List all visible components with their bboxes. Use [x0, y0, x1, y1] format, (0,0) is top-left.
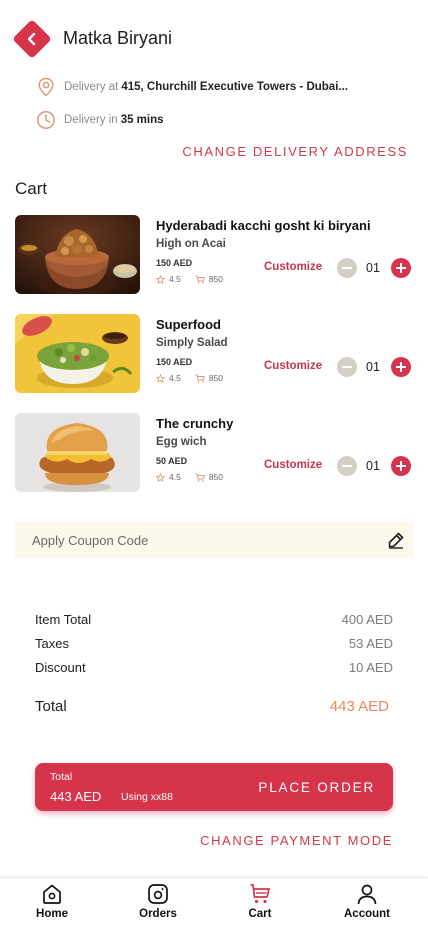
item-name: Superfood [156, 317, 221, 332]
decrease-quantity-button[interactable] [337, 456, 357, 476]
discount-value: 10 AED [348, 660, 393, 675]
star-icon [156, 373, 165, 383]
item-image-burger [15, 413, 140, 492]
decrease-quantity-button[interactable] [337, 357, 357, 377]
item-price: 150 AED [156, 258, 193, 268]
coupon-input[interactable]: Apply Coupon Code [15, 522, 413, 558]
delivery-time-prefix: Delivery in [64, 114, 118, 126]
item-quantity: 01 [366, 459, 380, 473]
item-restaurant: High on Acai [156, 238, 226, 250]
decrease-quantity-button[interactable] [337, 258, 357, 278]
item-price: 150 AED [156, 357, 193, 367]
item-orders: 850 [208, 274, 224, 284]
taxes-row: Taxes 53 AED [35, 636, 393, 651]
taxes-label: Taxes [35, 636, 69, 651]
clock-icon [36, 110, 56, 130]
page-title: Matka Biryani [63, 28, 173, 48]
item-rating: 4.5 [169, 274, 181, 284]
discount-label: Discount [35, 660, 86, 675]
item-meta: 4.5 850 [156, 472, 223, 482]
star-icon [156, 274, 165, 284]
account-icon [327, 882, 407, 906]
bottom-navigation: Home Orders Cart Account [0, 877, 428, 926]
item-name: Hyderabadi kacchi gosht ki biryani [156, 218, 371, 233]
change-delivery-address-button[interactable]: CHANGE DELIVERY ADDRESS [182, 144, 408, 159]
item-rating: 4.5 [169, 472, 181, 482]
item-total-row: Item Total 400 AED [35, 612, 393, 627]
item-image-salad [15, 314, 140, 393]
taxes-value: 53 AED [348, 636, 393, 651]
basket-icon [195, 473, 205, 482]
star-icon [156, 472, 165, 482]
order-total-amount: 443 AED [50, 789, 102, 804]
cart-heading: Cart [15, 179, 48, 198]
chevron-left-icon [27, 32, 36, 46]
item-image-biryani [15, 215, 140, 294]
cart-item: Superfood Simply Salad 150 AED 4.5 850 C… [15, 314, 413, 394]
home-icon [12, 882, 92, 906]
delivery-time-row: Delivery in 35 mins [36, 108, 164, 132]
discount-row: Discount 10 AED [35, 660, 393, 675]
item-total-label: Item Total [35, 612, 92, 627]
delivery-address-row: Delivery at 415, Churchill Executive Tow… [36, 75, 348, 99]
item-meta: 4.5 850 [156, 274, 223, 284]
pencil-icon[interactable] [387, 531, 405, 554]
cart-item: Hyderabadi kacchi gosht ki biryani High … [15, 215, 413, 295]
nav-home-label: Home [36, 908, 68, 920]
nav-account[interactable]: Account [327, 882, 407, 926]
increase-quantity-button[interactable] [391, 258, 411, 278]
customize-button[interactable]: Customize [264, 261, 322, 273]
item-meta: 4.5 850 [156, 373, 223, 383]
item-rating: 4.5 [169, 373, 181, 383]
grand-total-row: Total 443 AED [35, 698, 389, 715]
grand-total-label: Total [35, 698, 67, 715]
item-price: 50 AED [156, 456, 188, 466]
delivery-address: 415, Churchill Executive Towers - Dubai.… [121, 81, 348, 93]
orders-icon [118, 882, 198, 906]
delivery-address-prefix: Delivery at [64, 81, 119, 93]
nav-account-label: Account [344, 908, 390, 920]
item-restaurant: Simply Salad [156, 337, 228, 349]
payment-method: Using xx88 [121, 791, 173, 803]
nav-orders-label: Orders [139, 908, 177, 920]
grand-total-value: 443 AED [329, 698, 389, 715]
item-name: The crunchy [156, 416, 234, 431]
header: Matka Biryani [0, 0, 428, 76]
delivery-time: 35 mins [120, 114, 164, 126]
coupon-placeholder: Apply Coupon Code [32, 533, 149, 548]
item-quantity: 01 [366, 360, 380, 374]
item-orders: 850 [208, 472, 224, 482]
basket-icon [195, 374, 205, 383]
nav-cart[interactable]: Cart [220, 882, 300, 926]
nav-orders[interactable]: Orders [118, 882, 198, 926]
item-orders: 850 [208, 373, 224, 383]
customize-button[interactable]: Customize [264, 459, 322, 471]
nav-cart-label: Cart [248, 908, 272, 920]
cart-item: The crunchy Egg wich 50 AED 4.5 850 Cust… [15, 413, 413, 493]
cart-icon [220, 882, 300, 906]
item-total-value: 400 AED [341, 612, 393, 627]
increase-quantity-button[interactable] [391, 456, 411, 476]
change-payment-mode-button[interactable]: CHANGE PAYMENT MODE [200, 833, 393, 848]
order-total-label: Total [50, 771, 73, 783]
place-order-button[interactable]: PLACE ORDER [258, 780, 375, 795]
increase-quantity-button[interactable] [391, 357, 411, 377]
item-restaurant: Egg wich [156, 436, 207, 448]
customize-button[interactable]: Customize [264, 360, 322, 372]
back-button[interactable] [12, 19, 52, 59]
location-pin-icon [36, 77, 56, 97]
item-quantity: 01 [366, 261, 380, 275]
nav-home[interactable]: Home [12, 882, 92, 926]
basket-icon [195, 275, 205, 284]
place-order-bar[interactable]: Total 443 AED Using xx88 PLACE ORDER [35, 763, 393, 811]
